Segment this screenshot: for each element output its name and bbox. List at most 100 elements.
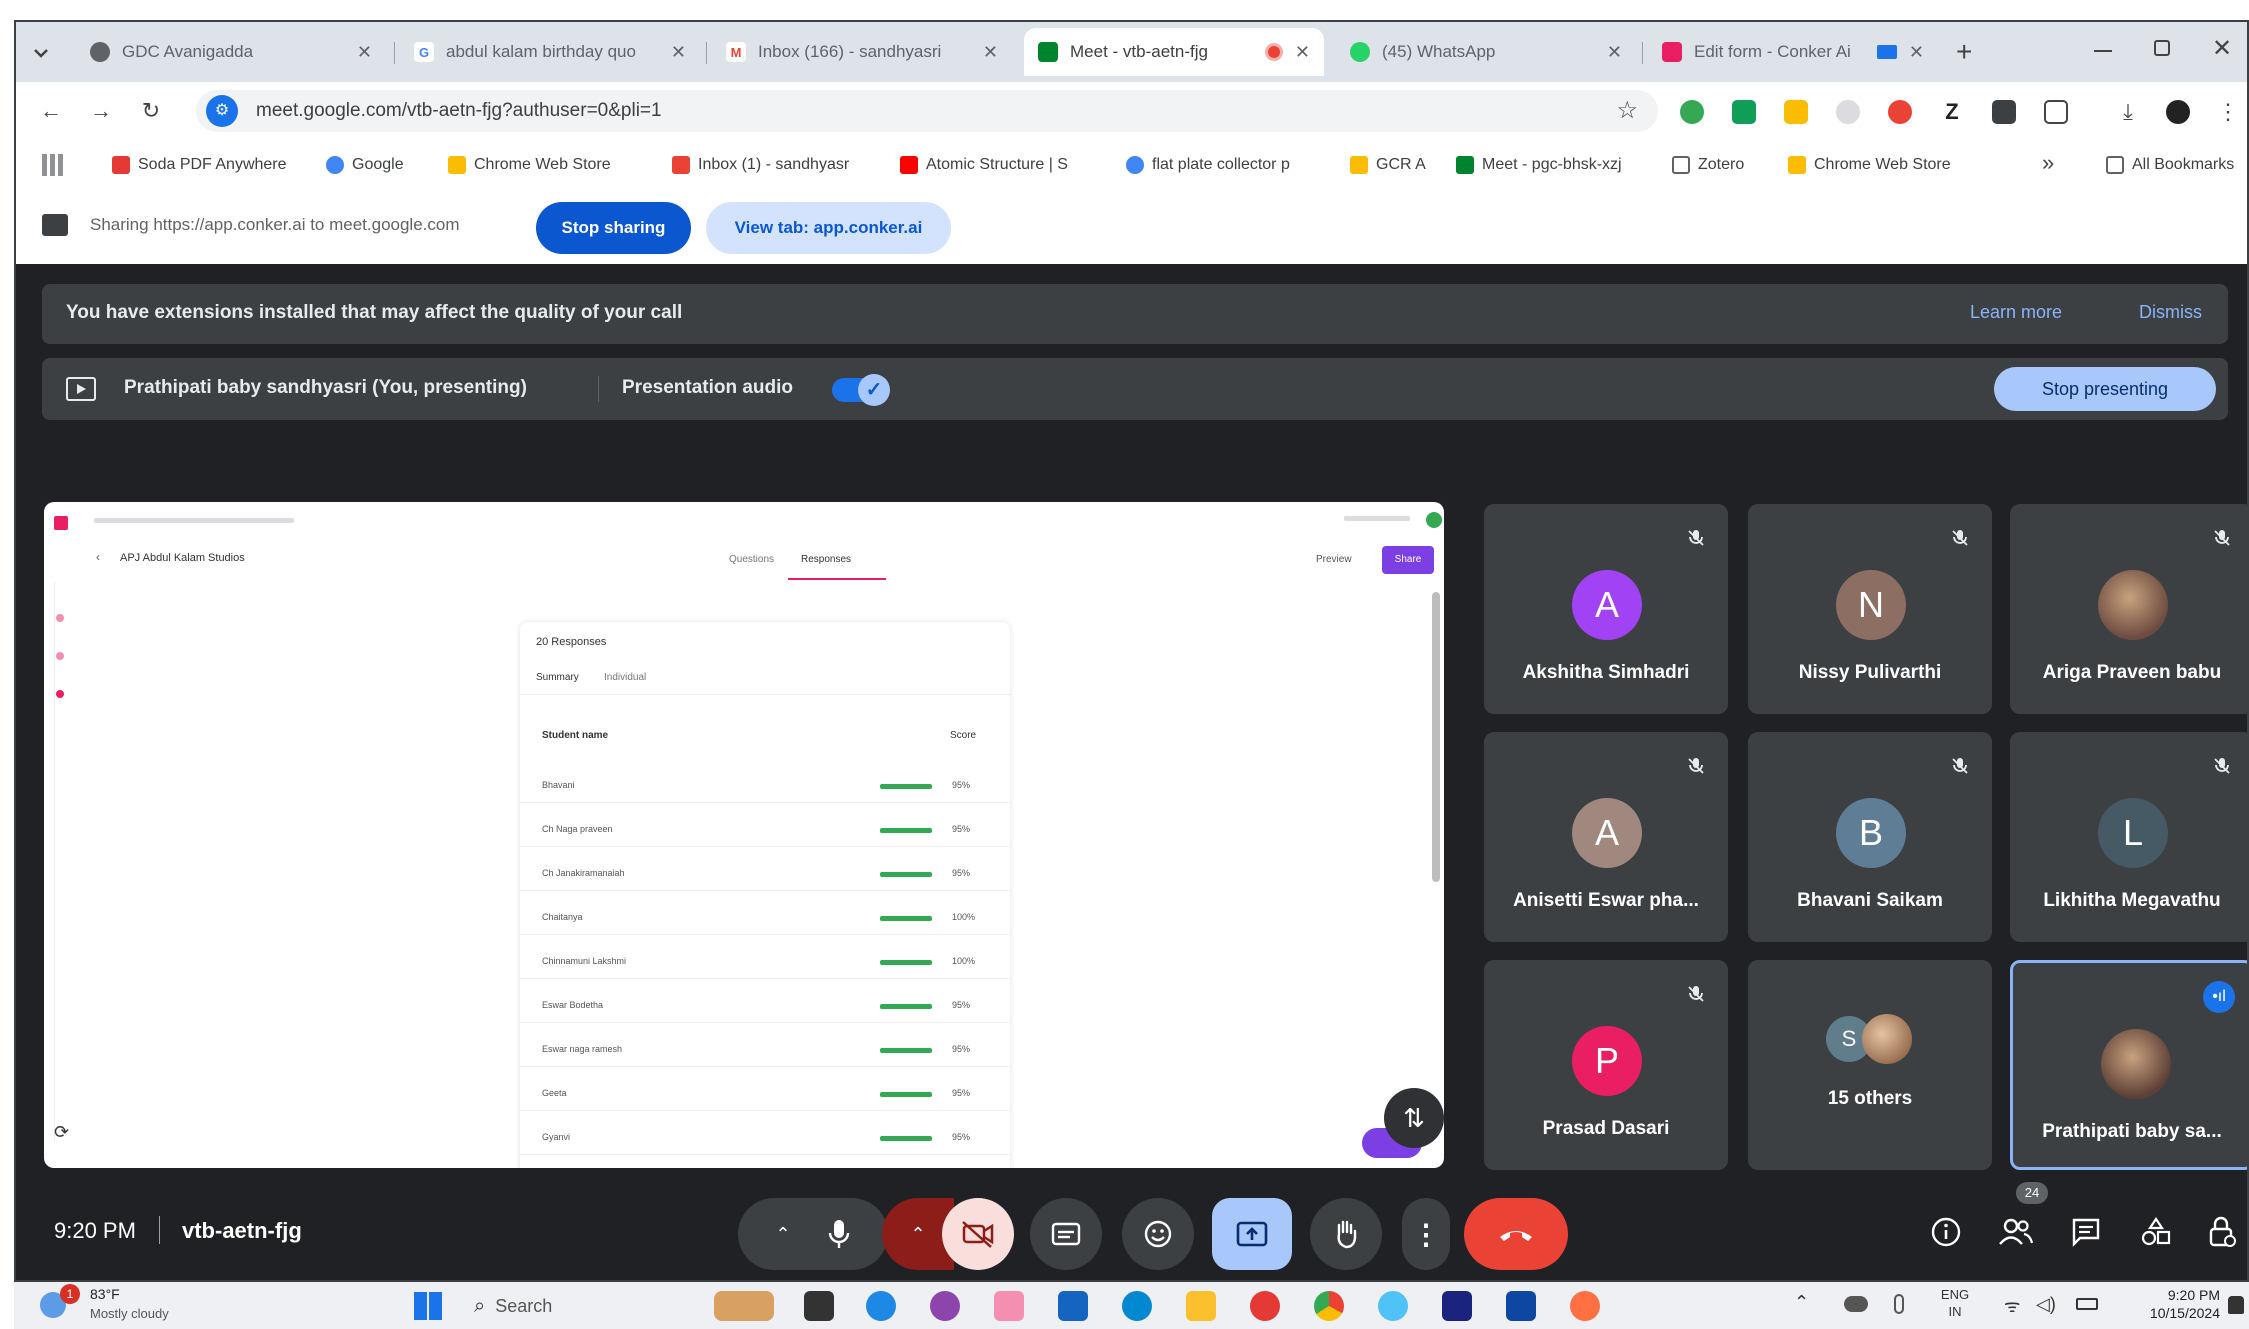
extension-icon[interactable] (1784, 100, 1808, 124)
tab-whatsapp[interactable]: (45) WhatsApp ✕ (1336, 28, 1636, 76)
participant-tile[interactable]: Ariga Praveen babu (2010, 504, 2247, 714)
audio-options-button[interactable]: ⌃ (738, 1198, 888, 1270)
battery-icon[interactable] (2076, 1298, 2098, 1310)
bookmark-item[interactable]: Atomic Structure | S (900, 152, 1100, 178)
clock[interactable]: 9:20 PM 10/15/2024 (2110, 1286, 2220, 1322)
app-icon[interactable] (1378, 1291, 1408, 1321)
stop-sharing-button[interactable]: Stop sharing (536, 202, 691, 254)
forward-icon[interactable]: → (86, 96, 116, 126)
chrome-menu-icon[interactable]: ⋮ (2216, 100, 2240, 124)
participant-tile[interactable]: S 15 others (1748, 960, 1992, 1170)
copilot-icon[interactable] (930, 1291, 960, 1321)
taskbar-search[interactable]: ⌕ Search (474, 1290, 614, 1322)
new-tab-icon[interactable]: + (1956, 36, 1972, 68)
bookmark-item[interactable]: GCR A (1350, 152, 1440, 178)
extensions-puzzle-icon[interactable] (2044, 100, 2068, 124)
wifi-icon[interactable]: ᯤ (2004, 1294, 2020, 1318)
reactions-button[interactable] (1122, 1198, 1194, 1270)
app-icon[interactable] (1442, 1291, 1472, 1321)
address-bar[interactable]: ⚙ meet.google.com/vtb-aetn-fjg?authuser=… (196, 90, 1658, 132)
captions-button[interactable] (1030, 1198, 1102, 1270)
extension-icon[interactable] (1836, 100, 1860, 124)
dismiss-link[interactable]: Dismiss (2139, 302, 2202, 323)
bookmark-item[interactable]: Chrome Web Store (448, 152, 648, 178)
learn-more-link[interactable]: Learn more (1970, 302, 2062, 323)
close-tab-icon[interactable]: ✕ (671, 42, 686, 63)
bookmark-item[interactable]: Chrome Web Store (1788, 152, 1988, 178)
tab-gmail[interactable]: M Inbox (166) - sandhyasri ✕ (712, 28, 1012, 76)
more-options-button[interactable]: ⋮ (1402, 1198, 1450, 1270)
bookmark-item[interactable]: Inbox (1) - sandhyasr (672, 152, 882, 178)
present-now-button[interactable] (1212, 1198, 1292, 1270)
participant-tile[interactable]: A Akshitha Simhadri (1484, 504, 1728, 714)
reload-icon[interactable]: ↻ (136, 96, 166, 126)
extension-icon[interactable] (1680, 100, 1704, 124)
tray-chevron-icon[interactable]: ⌃ (1794, 1292, 1809, 1313)
host-controls-icon[interactable] (2202, 1212, 2242, 1252)
volume-icon[interactable]: ◁) (2036, 1294, 2056, 1315)
scrollbar[interactable] (1432, 592, 1440, 882)
participant-tile[interactable]: B Bhavani Saikam (1748, 732, 1992, 942)
tab-google-search[interactable]: G abdul kalam birthday quo ✕ (400, 28, 700, 76)
app-icon[interactable] (1250, 1291, 1280, 1321)
task-view-icon[interactable] (804, 1291, 834, 1321)
bookmark-item[interactable]: Google (326, 152, 436, 178)
tab-gdc[interactable]: GDC Avanigadda ✕ (76, 28, 386, 76)
tab-meet[interactable]: Meet - vtb-aetn-fjg ✕ (1024, 28, 1324, 76)
more-bookmarks-icon[interactable]: » (2042, 150, 2054, 176)
meeting-details-icon[interactable] (1926, 1212, 1966, 1252)
people-icon[interactable] (1996, 1212, 2036, 1252)
extension-icon[interactable] (1732, 100, 1756, 124)
close-tab-icon[interactable]: ✕ (1909, 42, 1924, 63)
minimize-icon[interactable] (2094, 50, 2112, 52)
file-explorer-icon[interactable] (1186, 1291, 1216, 1321)
extension-icon[interactable] (1888, 100, 1912, 124)
bookmark-item[interactable]: flat plate collector p (1126, 152, 1326, 178)
participant-tile[interactable]: •ıl Prathipati baby sa... (2010, 960, 2247, 1170)
swap-view-button[interactable]: ⇅ (1384, 1088, 1444, 1148)
tab-search-icon[interactable] (28, 40, 54, 66)
close-window-icon[interactable]: ✕ (2212, 34, 2232, 63)
notifications-icon[interactable] (2228, 1296, 2244, 1314)
chrome-icon[interactable] (1314, 1291, 1344, 1321)
extension-icon[interactable]: Z (1940, 100, 1964, 124)
mic-tray-icon[interactable] (1894, 1294, 1904, 1314)
outlook-icon[interactable] (1506, 1291, 1536, 1321)
camera-off-button[interactable] (942, 1198, 1014, 1270)
close-tab-icon[interactable]: ✕ (1607, 42, 1622, 63)
profile-avatar[interactable] (2166, 100, 2190, 124)
start-icon[interactable] (414, 1292, 442, 1320)
close-tab-icon[interactable]: ✕ (983, 42, 998, 63)
close-tab-icon[interactable]: ✕ (1295, 42, 1310, 63)
download-icon[interactable]: ⤓ (2116, 100, 2140, 124)
restore-icon[interactable] (2154, 40, 2170, 56)
stop-presenting-button[interactable]: Stop presenting (1994, 367, 2216, 411)
participant-tile[interactable]: A Anisetti Eswar pha... (1484, 732, 1728, 942)
participant-tile[interactable]: L Likhitha Megavathu (2010, 732, 2247, 942)
close-tab-icon[interactable]: ✕ (357, 42, 372, 63)
widget-icon[interactable] (714, 1291, 774, 1321)
presentation-audio-toggle[interactable]: ✓ (832, 374, 890, 406)
leave-call-button[interactable] (1464, 1198, 1568, 1270)
participant-tile[interactable]: N Nissy Pulivarthi (1748, 504, 1992, 714)
back-icon[interactable]: ← (36, 96, 66, 126)
tab-conker[interactable]: Edit form - Conker Ai ✕ (1648, 28, 1938, 76)
app-icon[interactable] (994, 1291, 1024, 1321)
chat-icon[interactable] (2066, 1212, 2106, 1252)
bookmark-star-icon[interactable]: ☆ (1616, 96, 1638, 125)
view-tab-button[interactable]: View tab: app.conker.ai (706, 202, 951, 254)
bookmark-item[interactable]: Meet - pgc-bhsk-xzj (1456, 152, 1656, 178)
activities-icon[interactable] (2136, 1212, 2176, 1252)
bookmark-item[interactable]: Soda PDF Anywhere (112, 152, 312, 178)
store-icon[interactable] (1058, 1291, 1088, 1321)
teams-icon[interactable] (1122, 1291, 1152, 1321)
onedrive-icon[interactable] (1844, 1296, 1868, 1312)
raise-hand-button[interactable] (1310, 1198, 1382, 1270)
all-bookmarks[interactable]: All Bookmarks (2106, 152, 2246, 178)
language-indicator[interactable]: ENG IN (1930, 1286, 1980, 1320)
app-icon[interactable] (1570, 1291, 1600, 1321)
site-info-icon[interactable]: ⚙ (206, 95, 238, 127)
apps-grid-icon[interactable] (42, 154, 64, 176)
bookmark-item[interactable]: Zotero (1672, 152, 1772, 178)
edge-icon[interactable] (866, 1291, 896, 1321)
